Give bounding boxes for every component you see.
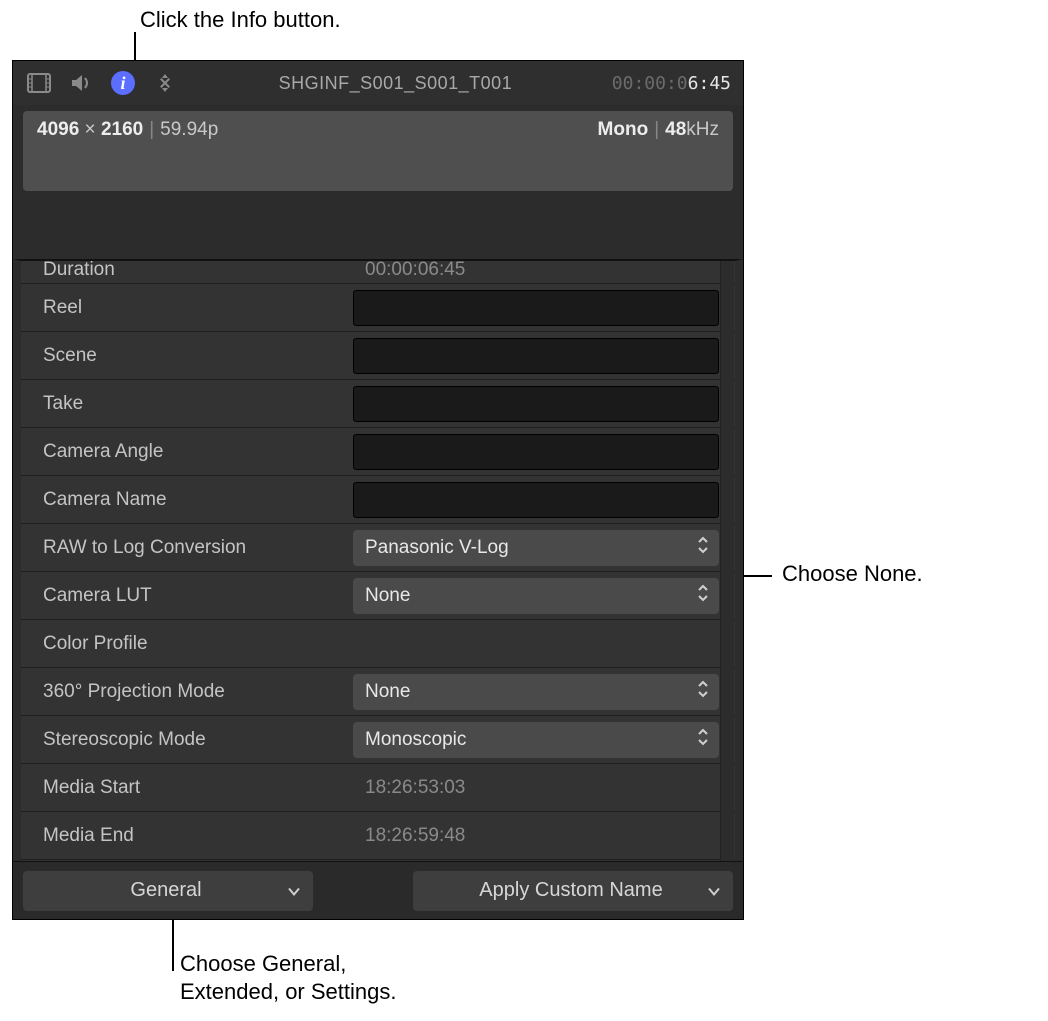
metadata-row: Camera Angle — [21, 428, 735, 476]
inspector-bottom-bar: General Apply Custom Name — [13, 861, 743, 919]
field-label: 360° Projection Mode — [43, 681, 353, 703]
metadata-view-label: General — [130, 879, 201, 902]
metadata-row: Camera Name — [21, 476, 735, 524]
metadata-row: Stereoscopic Mode Monoscopic — [21, 716, 735, 764]
chevron-down-icon — [707, 879, 721, 902]
audio-rate-unit: kHz — [686, 119, 719, 140]
text-input[interactable] — [353, 338, 719, 374]
popup-value: Monoscopic — [365, 729, 466, 751]
field-label: Camera LUT — [43, 585, 353, 607]
field-label: Scene — [43, 345, 353, 367]
inspector-titlebar: i SHGINF_S001_S001_T001 00:00:06:45 — [13, 61, 743, 105]
chevron-down-icon — [287, 879, 301, 902]
field-value: None — [353, 674, 719, 710]
metadata-row: Reel — [21, 284, 735, 332]
metadata-row: Take — [21, 380, 735, 428]
field-label: Duration — [43, 261, 353, 281]
metadata-row: Duration00:00:06:45 — [21, 261, 735, 284]
timecode-dim: 00:00:0 — [612, 73, 688, 94]
audio-tab-icon[interactable] — [67, 69, 95, 97]
video-tab-icon[interactable] — [25, 69, 53, 97]
field-label: Camera Name — [43, 489, 353, 511]
inspector-panel: i SHGINF_S001_S001_T001 00:00:06:45 4096… — [12, 60, 744, 920]
clip-name: SHGINF_S001_S001_T001 — [193, 73, 598, 94]
metadata-row: Scene — [21, 332, 735, 380]
callout-text: Choose General, — [180, 951, 346, 976]
info-tab-button[interactable]: i — [109, 69, 137, 97]
text-input[interactable] — [353, 434, 719, 470]
field-value — [353, 434, 719, 470]
field-label: Media Start — [43, 777, 353, 799]
metadata-row: RAW to Log Conversion Panasonic V-Log — [21, 524, 735, 572]
res-w: 4096 — [37, 119, 79, 140]
audio-channels: Mono — [598, 119, 649, 140]
timecode-tail: 6:45 — [688, 73, 731, 94]
field-value — [353, 338, 719, 374]
metadata-view-menu[interactable]: General — [23, 871, 313, 911]
apply-custom-name-menu[interactable]: Apply Custom Name — [413, 871, 733, 911]
updown-arrows-icon — [697, 584, 711, 608]
audio-rate-num: 48 — [665, 119, 686, 140]
field-label: Camera Angle — [43, 441, 353, 463]
updown-arrows-icon — [697, 728, 711, 752]
field-value: None — [353, 578, 719, 614]
apply-custom-name-label: Apply Custom Name — [479, 879, 662, 902]
field-value: Panasonic V-Log — [353, 530, 719, 566]
callout-info: Click the Info button. — [140, 6, 341, 34]
text-input[interactable] — [353, 482, 719, 518]
metadata-list: Duration00:00:06:45ReelSceneTakeCamera A… — [13, 259, 743, 861]
popup-value: Panasonic V-Log — [365, 537, 509, 559]
metadata-row: Color Profile — [21, 620, 735, 668]
res-h: 2160 — [101, 119, 143, 140]
field-value: 18:26:53:03 — [353, 777, 719, 799]
readonly-value: 00:00:06:45 — [353, 261, 719, 281]
field-label: Take — [43, 393, 353, 415]
callout-view-menu: Choose General, Extended, or Settings. — [180, 950, 396, 1005]
metadata-row: Camera LUT None — [21, 572, 735, 620]
frame-rate: 59.94p — [160, 119, 218, 140]
field-label: Reel — [43, 297, 353, 319]
metadata-row: Media Start18:26:53:03 — [21, 764, 735, 812]
field-label: Stereoscopic Mode — [43, 729, 353, 751]
scrollbar[interactable] — [720, 261, 734, 861]
field-value: Monoscopic — [353, 722, 719, 758]
readonly-value: 18:26:53:03 — [353, 777, 719, 799]
field-value: 18:26:59:48 — [353, 825, 719, 847]
field-value — [353, 482, 719, 518]
field-label: Media End — [43, 825, 353, 847]
text-input[interactable] — [353, 290, 719, 326]
field-label: Color Profile — [43, 633, 353, 655]
popup-menu[interactable]: Panasonic V-Log — [353, 530, 719, 566]
timecode-display: 00:00:06:45 — [612, 73, 731, 94]
metadata-row: Media End18:26:59:48 — [21, 812, 735, 860]
readonly-value: 18:26:59:48 — [353, 825, 719, 847]
popup-value: None — [365, 681, 410, 703]
resolution-summary: 4096 × 2160|59.94p — [37, 119, 218, 141]
callout-text: Extended, or Settings. — [180, 979, 396, 1004]
updown-arrows-icon — [697, 536, 711, 560]
share-tab-icon[interactable] — [151, 69, 179, 97]
popup-value: None — [365, 585, 410, 607]
updown-arrows-icon — [697, 680, 711, 704]
field-value — [353, 386, 719, 422]
popup-menu[interactable]: None — [353, 578, 719, 614]
popup-menu[interactable]: None — [353, 674, 719, 710]
audio-summary: Mono|48kHz — [598, 119, 719, 141]
info-icon: i — [111, 71, 135, 95]
metadata-row: 360° Projection Mode None — [21, 668, 735, 716]
popup-menu[interactable]: Monoscopic — [353, 722, 719, 758]
callout-line — [172, 916, 174, 971]
callout-camera-lut: Choose None. — [782, 560, 923, 588]
field-value — [353, 290, 719, 326]
field-value: 00:00:06:45 — [353, 261, 719, 281]
text-input[interactable] — [353, 386, 719, 422]
field-label: RAW to Log Conversion — [43, 537, 353, 559]
clip-summary: 4096 × 2160|59.94p Mono|48kHz — [23, 111, 733, 191]
